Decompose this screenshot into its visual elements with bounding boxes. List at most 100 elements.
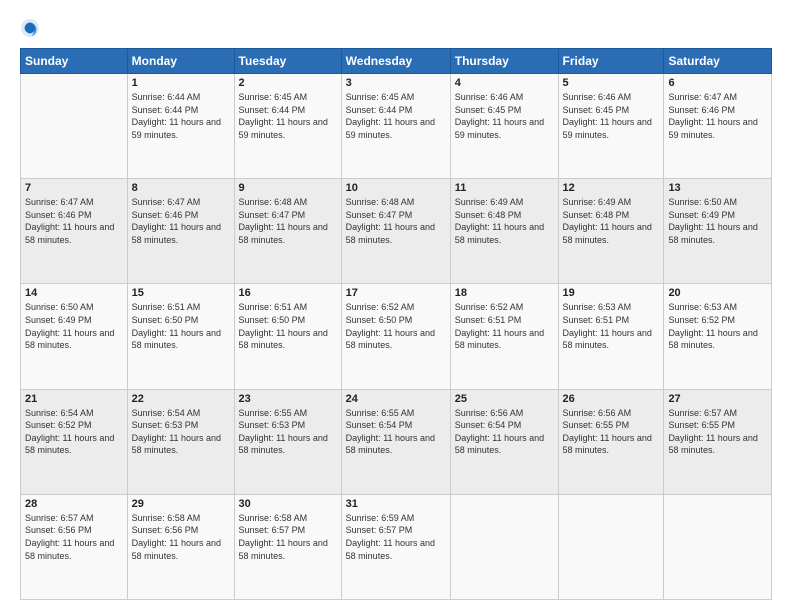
day-cell: 19Sunrise: 6:53 AMSunset: 6:51 PMDayligh… [558, 284, 664, 389]
day-info: Sunrise: 6:45 AMSunset: 6:44 PMDaylight:… [346, 91, 446, 141]
header-cell-tuesday: Tuesday [234, 49, 341, 74]
week-row-1: 7Sunrise: 6:47 AMSunset: 6:46 PMDaylight… [21, 179, 772, 284]
day-cell [664, 494, 772, 599]
day-cell: 26Sunrise: 6:56 AMSunset: 6:55 PMDayligh… [558, 389, 664, 494]
day-cell: 3 Sunrise: 6:45 AMSunset: 6:44 PMDaylight… [341, 74, 450, 179]
day-number: 25 [455, 393, 554, 405]
day-info: Sunrise: 6:54 AMSunset: 6:53 PMDaylight:… [132, 407, 230, 457]
day-cell: 29 Sunrise: 6:58 AMSunset: 6:56 PMDayligh… [127, 494, 234, 599]
day-number: 29 [132, 498, 230, 510]
day-number: 18 [455, 287, 554, 299]
day-info: Sunrise: 6:57 AMSunset: 6:56 PMDaylight:… [25, 512, 123, 562]
day-cell: 15 Sunrise: 6:51 AMSunset: 6:50 PMDayligh… [127, 284, 234, 389]
day-info: Sunrise: 6:46 AMSunset: 6:45 PMDaylight:… [455, 91, 554, 141]
day-cell: 11 Sunrise: 6:49 AMSunset: 6:48 PMDayligh… [450, 179, 558, 284]
day-info: Sunrise: 6:59 AMSunset: 6:57 PMDaylight:… [346, 512, 446, 562]
day-info: Sunrise: 6:49 AMSunset: 6:48 PMDaylight:… [455, 196, 554, 246]
day-info: Sunrise: 6:56 AMSunset: 6:54 PMDaylight:… [455, 407, 554, 457]
day-cell: 12Sunrise: 6:49 AMSunset: 6:48 PMDayligh… [558, 179, 664, 284]
header-cell-friday: Friday [558, 49, 664, 74]
day-number: 23 [239, 393, 337, 405]
day-number: 19 [563, 287, 660, 299]
day-number: 6 [668, 77, 767, 89]
day-info: Sunrise: 6:44 AMSunset: 6:44 PMDaylight:… [132, 91, 230, 141]
day-number: 14 [25, 287, 123, 299]
header-row: SundayMondayTuesdayWednesdayThursdayFrid… [21, 49, 772, 74]
day-cell: 20 Sunrise: 6:53 AMSunset: 6:52 PMDayligh… [664, 284, 772, 389]
day-info: Sunrise: 6:55 AMSunset: 6:54 PMDaylight:… [346, 407, 446, 457]
day-info: Sunrise: 6:51 AMSunset: 6:50 PMDaylight:… [239, 301, 337, 351]
day-number: 20 [668, 287, 767, 299]
week-row-2: 14Sunrise: 6:50 AMSunset: 6:49 PMDayligh… [21, 284, 772, 389]
day-number: 13 [668, 182, 767, 194]
day-cell: 7Sunrise: 6:47 AMSunset: 6:46 PMDaylight… [21, 179, 128, 284]
day-number: 26 [563, 393, 660, 405]
day-info: Sunrise: 6:52 AMSunset: 6:51 PMDaylight:… [455, 301, 554, 351]
day-cell: 17 Sunrise: 6:52 AMSunset: 6:50 PMDayligh… [341, 284, 450, 389]
logo-icon [20, 18, 40, 38]
day-info: Sunrise: 6:58 AMSunset: 6:57 PMDaylight:… [239, 512, 337, 562]
day-cell: 24 Sunrise: 6:55 AMSunset: 6:54 PMDayligh… [341, 389, 450, 494]
day-info: Sunrise: 6:48 AMSunset: 6:47 PMDaylight:… [239, 196, 337, 246]
day-number: 1 [132, 77, 230, 89]
day-cell: 31 Sunrise: 6:59 AMSunset: 6:57 PMDayligh… [341, 494, 450, 599]
day-number: 16 [239, 287, 337, 299]
calendar-table: SundayMondayTuesdayWednesdayThursdayFrid… [20, 48, 772, 600]
day-cell: 28 Sunrise: 6:57 AMSunset: 6:56 PMDayligh… [21, 494, 128, 599]
day-number: 3 [346, 77, 446, 89]
day-number: 2 [239, 77, 337, 89]
day-cell: 5Sunrise: 6:46 AMSunset: 6:45 PMDaylight… [558, 74, 664, 179]
day-info: Sunrise: 6:50 AMSunset: 6:49 PMDaylight:… [668, 196, 767, 246]
day-cell: 22 Sunrise: 6:54 AMSunset: 6:53 PMDayligh… [127, 389, 234, 494]
day-info: Sunrise: 6:48 AMSunset: 6:47 PMDaylight:… [346, 196, 446, 246]
day-number: 17 [346, 287, 446, 299]
day-cell: 6Sunrise: 6:47 AMSunset: 6:46 PMDaylight… [664, 74, 772, 179]
week-row-0: 1 Sunrise: 6:44 AMSunset: 6:44 PMDaylight… [21, 74, 772, 179]
day-number: 15 [132, 287, 230, 299]
day-number: 24 [346, 393, 446, 405]
page: SundayMondayTuesdayWednesdayThursdayFrid… [0, 0, 792, 612]
header-cell-wednesday: Wednesday [341, 49, 450, 74]
day-info: Sunrise: 6:58 AMSunset: 6:56 PMDaylight:… [132, 512, 230, 562]
day-number: 12 [563, 182, 660, 194]
header-cell-monday: Monday [127, 49, 234, 74]
day-number: 21 [25, 393, 123, 405]
day-cell: 30 Sunrise: 6:58 AMSunset: 6:57 PMDayligh… [234, 494, 341, 599]
day-info: Sunrise: 6:57 AMSunset: 6:55 PMDaylight:… [668, 407, 767, 457]
day-number: 4 [455, 77, 554, 89]
day-number: 10 [346, 182, 446, 194]
day-number: 28 [25, 498, 123, 510]
day-cell: 27Sunrise: 6:57 AMSunset: 6:55 PMDayligh… [664, 389, 772, 494]
day-info: Sunrise: 6:45 AMSunset: 6:44 PMDaylight:… [239, 91, 337, 141]
day-number: 9 [239, 182, 337, 194]
day-info: Sunrise: 6:51 AMSunset: 6:50 PMDaylight:… [132, 301, 230, 351]
day-number: 11 [455, 182, 554, 194]
day-cell: 4 Sunrise: 6:46 AMSunset: 6:45 PMDaylight… [450, 74, 558, 179]
day-info: Sunrise: 6:55 AMSunset: 6:53 PMDaylight:… [239, 407, 337, 457]
day-number: 31 [346, 498, 446, 510]
week-row-3: 21 Sunrise: 6:54 AMSunset: 6:52 PMDayligh… [21, 389, 772, 494]
day-cell: 21 Sunrise: 6:54 AMSunset: 6:52 PMDayligh… [21, 389, 128, 494]
day-cell: 14Sunrise: 6:50 AMSunset: 6:49 PMDayligh… [21, 284, 128, 389]
day-info: Sunrise: 6:47 AMSunset: 6:46 PMDaylight:… [25, 196, 123, 246]
day-number: 22 [132, 393, 230, 405]
header [20, 18, 772, 38]
logo-text [20, 18, 42, 38]
day-cell: 16 Sunrise: 6:51 AMSunset: 6:50 PMDayligh… [234, 284, 341, 389]
day-cell: 8 Sunrise: 6:47 AMSunset: 6:46 PMDaylight… [127, 179, 234, 284]
day-info: Sunrise: 6:53 AMSunset: 6:52 PMDaylight:… [668, 301, 767, 351]
day-cell: 9 Sunrise: 6:48 AMSunset: 6:47 PMDaylight… [234, 179, 341, 284]
day-cell: 2 Sunrise: 6:45 AMSunset: 6:44 PMDaylight… [234, 74, 341, 179]
day-number: 5 [563, 77, 660, 89]
day-info: Sunrise: 6:54 AMSunset: 6:52 PMDaylight:… [25, 407, 123, 457]
day-cell: 18 Sunrise: 6:52 AMSunset: 6:51 PMDayligh… [450, 284, 558, 389]
week-row-4: 28 Sunrise: 6:57 AMSunset: 6:56 PMDayligh… [21, 494, 772, 599]
day-cell: 13 Sunrise: 6:50 AMSunset: 6:49 PMDayligh… [664, 179, 772, 284]
day-cell [558, 494, 664, 599]
day-info: Sunrise: 6:52 AMSunset: 6:50 PMDaylight:… [346, 301, 446, 351]
day-number: 30 [239, 498, 337, 510]
day-info: Sunrise: 6:47 AMSunset: 6:46 PMDaylight:… [132, 196, 230, 246]
day-number: 8 [132, 182, 230, 194]
header-cell-sunday: Sunday [21, 49, 128, 74]
header-cell-saturday: Saturday [664, 49, 772, 74]
